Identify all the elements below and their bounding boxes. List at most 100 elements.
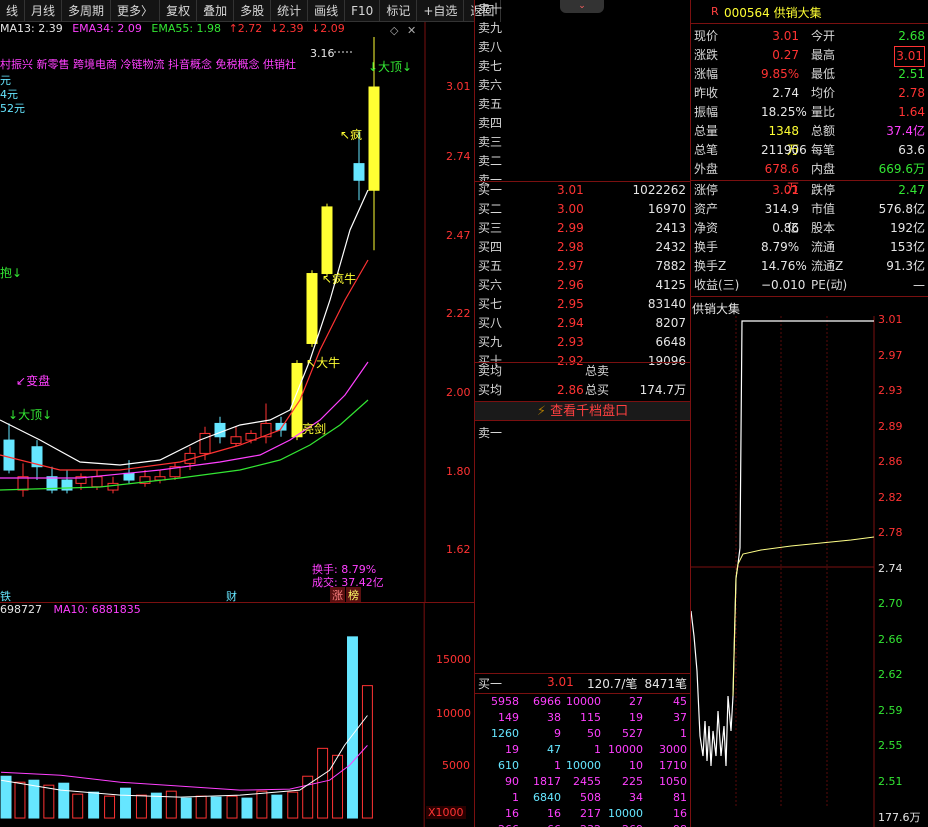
buy-level-label: 买二 (478, 202, 503, 216)
quote-label: 净资 (694, 221, 719, 235)
buy-row[interactable]: 买九 2.93 6648 (475, 333, 690, 352)
quote-value: 0.86 (772, 221, 799, 235)
volume-bar (195, 795, 207, 819)
sell-row[interactable]: 卖三 (475, 133, 690, 152)
toolbar-item[interactable]: 更多〉 (111, 0, 161, 22)
tape-cell: 225 (622, 775, 643, 788)
buy-one-per: 120.7/笔 (587, 677, 638, 691)
tape-cell: 90 (505, 775, 519, 788)
r-mark: R (711, 5, 719, 18)
sell-row[interactable]: 卖七 (475, 57, 690, 76)
quote-value: −0.010 (761, 278, 806, 292)
tape-cell: 19 (629, 711, 643, 724)
order-tape: 5958 6966 10000 27 45 149 38 115 19 37 1260 9 50 527 1… (475, 694, 690, 827)
buy-row[interactable]: 买三 2.99 2413 (475, 219, 690, 238)
annotation-bian-pan: ↙变盘 (16, 374, 51, 388)
sell-row[interactable]: 卖十 (475, 0, 690, 19)
quote-label: 流通Z (811, 259, 844, 273)
toolbar-item[interactable]: 月线 (25, 0, 63, 22)
toolbar-item[interactable]: 线 (0, 0, 26, 22)
buy-row[interactable]: 买二 3.00 16970 (475, 200, 690, 219)
buy-one-count: 8471笔 (644, 677, 687, 691)
buy-level-price: 2.99 (557, 221, 584, 235)
quote-value: 18.25% (761, 105, 807, 119)
volume-bar (72, 793, 84, 819)
quote-value: 63.6 (898, 143, 925, 157)
sell-row[interactable]: 卖二 (475, 152, 690, 171)
sell-level-label: 卖六 (478, 78, 503, 92)
buy-level-volume: 7882 (655, 259, 686, 273)
price-axis-label: 2.22 (446, 307, 471, 320)
tape-cell: 10 (629, 759, 643, 772)
quote-label: 量比 (811, 105, 836, 119)
quote-value: 3.01 (894, 46, 925, 67)
quote-label: 每笔 (811, 143, 836, 157)
quote-label: 涨跌 (694, 48, 719, 62)
quote-row: 净资 0.86 股本 192亿 (691, 219, 928, 238)
mark-zhang[interactable]: 涨 (330, 587, 345, 603)
buy-level-volume: 16970 (647, 202, 686, 216)
toolbar-item[interactable]: +自选 (417, 0, 465, 22)
volume-bar (226, 795, 238, 819)
volume-chart[interactable] (0, 602, 474, 827)
tape-cell: 6840 (533, 791, 561, 804)
quote-value: 192亿 (890, 221, 925, 235)
buy-row[interactable]: 买八 2.94 8207 (475, 314, 690, 333)
toolbar-item[interactable]: 叠加 (197, 0, 235, 22)
annotation-big-top-2: ↓大顶↓ (8, 408, 53, 422)
toolbar-item[interactable]: 画线 (308, 0, 346, 22)
buy-row[interactable]: 买七 2.95 83140 (475, 295, 690, 314)
volume-bar (347, 636, 358, 819)
toolbar-item[interactable]: 统计 (271, 0, 309, 22)
kline-candle (91, 476, 103, 488)
tape-cell: 2455 (573, 775, 601, 788)
intraday-price-label: 2.51 (878, 774, 903, 788)
buy-row[interactable]: 买一 3.01 1022262 (475, 181, 690, 200)
kline-candle (353, 163, 365, 181)
buy-row[interactable]: 买四 2.98 2432 (475, 238, 690, 257)
quote-label: 总笔 (694, 143, 719, 157)
sell-row[interactable]: 卖九 (475, 19, 690, 38)
tape-row: 1 6840 508 34 81 (475, 790, 690, 806)
sell-one-label: 卖一 (478, 426, 503, 440)
sell-row[interactable]: 卖八 (475, 38, 690, 57)
tape-cell: 10000 (608, 743, 643, 756)
tape-cell: 1050 (659, 775, 687, 788)
toolbar-item[interactable]: 多股 (234, 0, 272, 22)
sell-row[interactable]: 卖五 (475, 95, 690, 114)
quote-label: 股本 (811, 221, 836, 235)
thousand-level-button[interactable]: ⚡ 查看千档盘口 (475, 401, 690, 421)
quote-label: PE(动) (811, 278, 848, 292)
quote-label: 跌停 (811, 183, 836, 197)
quote-label: 内盘 (811, 162, 836, 176)
sell-row[interactable]: 卖六 (475, 76, 690, 95)
quote-value: 669.6万 (878, 162, 925, 176)
buy-level-volume: 4125 (655, 278, 686, 292)
volume-bar (287, 791, 299, 819)
quote-value: 8.79% (761, 240, 800, 254)
sell-level-label: 卖十 (478, 2, 503, 16)
kline-chart[interactable] (0, 22, 474, 602)
quote-value: 2.51 (898, 67, 925, 81)
toolbar-item[interactable]: F10 (345, 0, 381, 22)
quote-label: 涨停 (694, 183, 719, 197)
annotation-left-arrow: 抱↓ (0, 266, 23, 280)
tape-cell: 16 (505, 807, 519, 820)
annotation-big-bull: ↖大牛 (306, 356, 341, 370)
intraday-price-label: 2.82 (878, 490, 903, 504)
tape-cell: 37 (673, 711, 687, 724)
toolbar-item[interactable]: 复权 (160, 0, 198, 22)
buy-row[interactable]: 买六 2.96 4125 (475, 276, 690, 295)
toolbar-item[interactable]: 多周期 (62, 0, 112, 22)
quote-value: 0.27 (772, 48, 799, 62)
tape-cell: 508 (580, 791, 601, 804)
quote-value: — (913, 278, 925, 292)
mark-bang[interactable]: 榜 (346, 587, 361, 603)
quote-row: 换手Z 14.76% 流通Z 91.3亿 (691, 257, 928, 276)
sell-row[interactable]: 卖四 (475, 114, 690, 133)
tape-cell: 1 (554, 759, 561, 772)
buy-level-price: 2.96 (557, 278, 584, 292)
toolbar-item[interactable]: 标记 (380, 0, 418, 22)
buy-row[interactable]: 买五 2.97 7882 (475, 257, 690, 276)
tape-cell: 6966 (533, 695, 561, 708)
